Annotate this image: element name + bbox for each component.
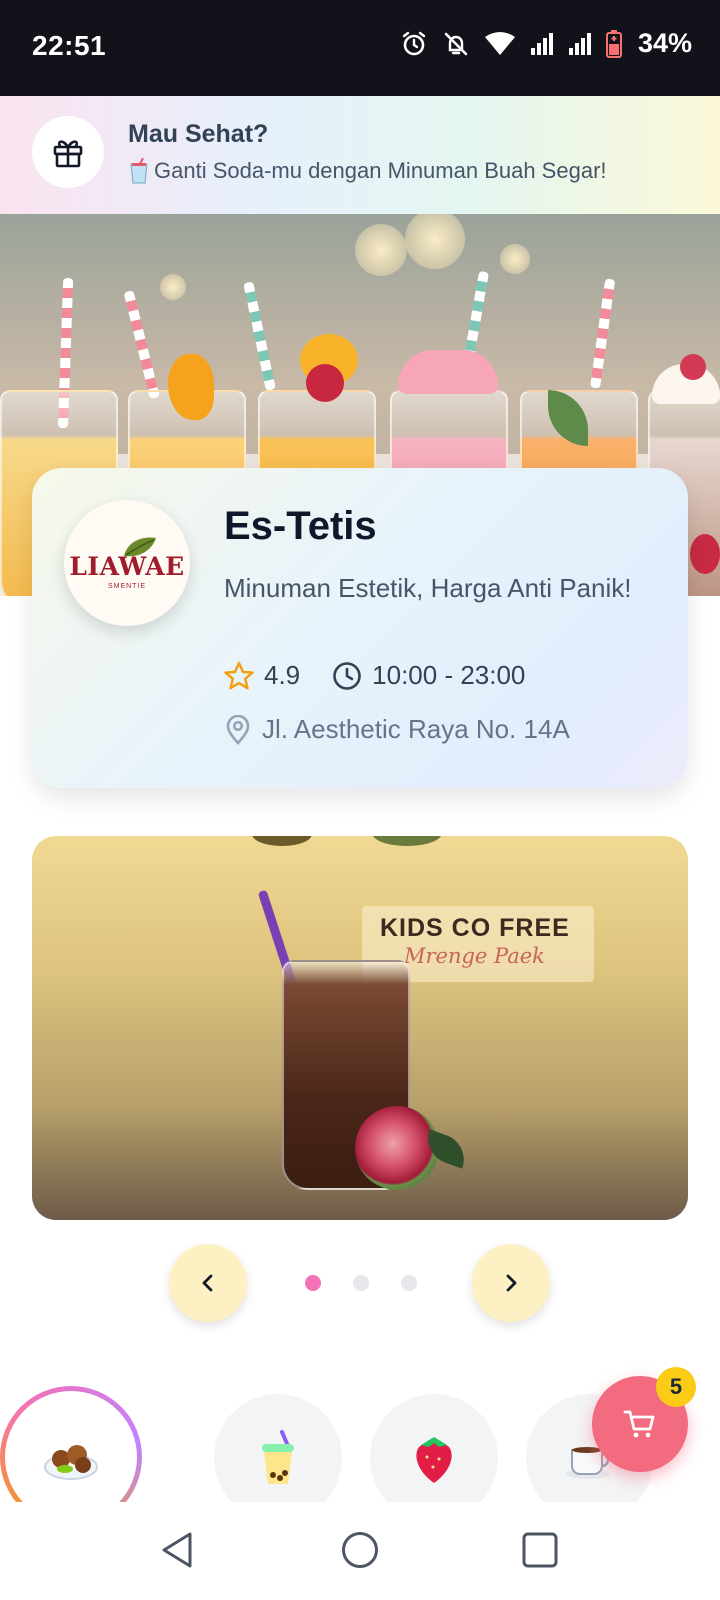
straw — [123, 290, 160, 400]
carousel-dot[interactable] — [401, 1275, 417, 1291]
bokeh-light — [500, 244, 530, 274]
status-time: 22:51 — [32, 30, 107, 61]
bokeh-light — [160, 274, 186, 300]
promo-title: Mau Sehat? — [128, 120, 269, 148]
strawberry-icon — [416, 1437, 452, 1483]
whipped-cream — [398, 350, 498, 394]
promo-carousel-slide[interactable]: KIDS CO FREE Mrenge Paek — [32, 836, 688, 1220]
promo-subtitle: Ganti Soda-mu dengan Minuman Buah Segar! — [154, 158, 607, 183]
opening-hours: 10:00 - 23:00 — [332, 660, 525, 691]
clock-icon — [333, 661, 361, 690]
category-item[interactable] — [214, 1394, 342, 1502]
carousel-dot[interactable] — [353, 1275, 369, 1291]
promo-subtitle-row: Ganti Soda-mu dengan Minuman Buah Segar! — [130, 157, 607, 184]
orange-slice — [168, 354, 214, 420]
straw — [590, 278, 616, 389]
address-text: Jl. Aesthetic Raya No. 14A — [262, 714, 570, 744]
signal-icon — [568, 32, 591, 55]
battery-icon — [605, 29, 622, 58]
cup-icon — [130, 157, 148, 184]
carousel-next-button[interactable] — [472, 1244, 550, 1322]
store-address: Jl. Aesthetic Raya No. 14A — [224, 714, 570, 745]
bubble-tea-icon — [262, 1430, 294, 1484]
category-item[interactable] — [370, 1394, 498, 1502]
battery-percent: 34% — [637, 28, 692, 58]
logo-subtext: SMENTIE — [107, 583, 147, 590]
bell-off-icon — [444, 32, 468, 55]
bokeh-light — [405, 214, 465, 269]
gift-icon — [32, 116, 104, 188]
hours-value: 10:00 - 23:00 — [372, 660, 526, 690]
straw — [243, 281, 276, 392]
status-icons: 34% — [400, 28, 692, 59]
status-bar: 22:51 34% — [0, 0, 720, 96]
home-icon[interactable] — [340, 1530, 380, 1570]
system-nav-bar — [0, 1502, 720, 1600]
rating: 4.9 — [224, 660, 300, 691]
raspberry — [680, 354, 706, 380]
chevron-right-icon — [506, 1274, 517, 1292]
slide-title: KIDS CO FREE — [380, 914, 570, 942]
fruit-top — [372, 836, 442, 846]
carousel-nav — [0, 1244, 720, 1324]
fig-fruit — [355, 1106, 439, 1190]
store-logo: LIAWAE SMENTIE — [64, 500, 190, 626]
star-icon — [224, 661, 254, 689]
bokeh-light — [355, 224, 407, 276]
rating-value: 4.9 — [264, 660, 301, 690]
recents-icon[interactable] — [520, 1530, 560, 1570]
store-card[interactable]: LIAWAE SMENTIE Es-Tetis Minuman Estetik,… — [32, 468, 688, 788]
fruit-top — [252, 836, 312, 846]
chevron-left-icon — [202, 1274, 213, 1292]
slide-subtitle: Mrenge Paek — [404, 944, 545, 968]
signal-icon — [530, 32, 553, 55]
promo-banner[interactable]: Mau Sehat? Ganti Soda-mu dengan Minuman … — [0, 96, 720, 214]
location-pin-icon — [226, 714, 250, 745]
category-item-active[interactable] — [0, 1386, 142, 1502]
store-tagline: Minuman Estetik, Harga Anti Panik! — [224, 573, 632, 603]
alarm-icon — [402, 31, 426, 55]
cart-count-badge: 5 — [656, 1367, 696, 1407]
back-icon[interactable] — [158, 1530, 196, 1570]
wifi-icon — [484, 31, 515, 55]
cart-icon — [623, 1410, 655, 1438]
raspberry — [306, 364, 344, 402]
carousel-prev-button[interactable] — [169, 1244, 247, 1322]
store-name: Es-Tetis — [224, 504, 377, 548]
logo-text: LIAWAE — [69, 552, 185, 581]
carousel-dot[interactable] — [305, 1275, 321, 1291]
store-meta: 4.9 10:00 - 23:00 — [224, 660, 557, 691]
fried-food-icon — [44, 1445, 98, 1480]
strawberry — [690, 534, 720, 574]
